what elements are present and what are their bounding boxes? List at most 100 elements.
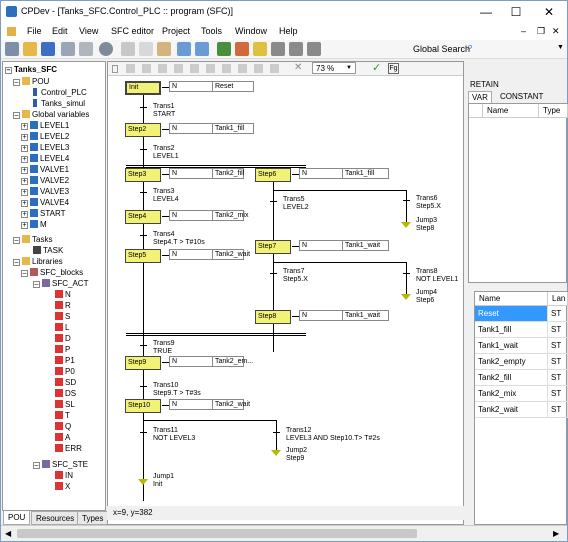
minimize-button[interactable]: — xyxy=(471,3,501,21)
redo-icon[interactable] xyxy=(195,42,209,56)
actions-grid[interactable]: Name Lan Reset ST Tank1_fill ST Tank1_wait ST… xyxy=(474,291,568,525)
scroll-right-icon[interactable]: ▶ xyxy=(553,529,559,538)
transition-bar[interactable] xyxy=(273,432,280,433)
action-row-lang[interactable]: ST xyxy=(548,370,568,386)
tree-task-item[interactable]: TASK xyxy=(33,245,63,256)
step-4[interactable]: Step4 xyxy=(125,210,161,224)
action-row-name[interactable]: Tank2_wait xyxy=(475,402,548,418)
tree-root[interactable]: – Tanks_SFC xyxy=(5,64,57,75)
tree-act-p0[interactable]: P0 xyxy=(55,366,75,377)
mdi-minimize-button[interactable]: – xyxy=(521,26,526,36)
menu-tools[interactable]: Tools xyxy=(201,26,222,36)
collapse-icon[interactable]: – xyxy=(33,462,40,469)
tree-act-err[interactable]: ERR xyxy=(55,443,82,454)
tree-global-level3[interactable]: + LEVEL3 xyxy=(21,142,69,153)
mdi-restore-button[interactable]: ❐ xyxy=(537,26,545,37)
expand-icon[interactable]: + xyxy=(21,200,28,207)
tree-act-r[interactable]: R xyxy=(55,300,71,311)
tree-act-l[interactable]: L xyxy=(55,322,69,333)
action-step6[interactable]: N Tank1_fill xyxy=(299,168,389,179)
variables-grid[interactable]: Name Type xyxy=(468,103,568,283)
move-down-icon[interactable] xyxy=(270,64,279,73)
menu-file[interactable]: File xyxy=(27,26,42,36)
var-header-name[interactable]: Name xyxy=(483,104,539,118)
action-row-name[interactable]: Tank1_fill xyxy=(475,322,548,338)
action-step2[interactable]: N Tank1_fill xyxy=(169,123,254,134)
move-up-icon[interactable] xyxy=(254,64,263,73)
tree-global-m[interactable]: + M xyxy=(21,219,47,230)
step-10[interactable]: Step10 xyxy=(125,399,161,413)
jump-arrow-icon[interactable] xyxy=(401,222,411,228)
transition-bar[interactable] xyxy=(270,273,277,274)
step-init[interactable]: Init xyxy=(125,81,161,95)
action-row-name[interactable]: Tank1_wait xyxy=(475,338,548,354)
action-row-name[interactable]: Reset xyxy=(475,306,548,322)
window-list-icon[interactable] xyxy=(289,42,303,56)
mdi-close-button[interactable]: ✕ xyxy=(552,26,560,37)
menu-project[interactable]: Project xyxy=(162,26,190,36)
step-5[interactable]: Step5 xyxy=(125,249,161,263)
expand-icon[interactable]: + xyxy=(21,167,28,174)
jump-arrow-icon[interactable] xyxy=(271,450,281,456)
tab-pou[interactable]: POU xyxy=(3,511,31,525)
expand-icon[interactable]: + xyxy=(21,211,28,218)
tree-act-sd[interactable]: SD xyxy=(55,377,76,388)
step-6[interactable]: Step6 xyxy=(255,168,291,182)
menu-view[interactable]: View xyxy=(79,26,98,36)
tree-global-valve3[interactable]: + VALVE3 xyxy=(21,186,69,197)
action-header-name[interactable]: Name xyxy=(475,292,548,306)
tree-tasks[interactable]: – Tasks xyxy=(13,234,52,245)
delete-icon[interactable]: ✕ xyxy=(294,62,302,73)
action-step5[interactable]: N Tank2_wait xyxy=(169,249,250,260)
tree-act-p[interactable]: P xyxy=(55,344,70,355)
tree-global-level2[interactable]: + LEVEL2 xyxy=(21,131,69,142)
transition-bar[interactable] xyxy=(140,107,147,108)
menu-help[interactable]: Help xyxy=(279,26,298,36)
step-tool-icon[interactable] xyxy=(126,64,135,73)
global-search-label[interactable]: Global Search xyxy=(413,44,470,54)
transition-bar[interactable] xyxy=(140,149,147,150)
collapse-icon[interactable]: – xyxy=(13,237,20,244)
format-icon[interactable]: Fg xyxy=(388,63,399,74)
tree-global-variables[interactable]: – Global variables xyxy=(13,109,89,120)
menu-sfc-editor[interactable]: SFC editor xyxy=(111,26,154,36)
tree-step-in[interactable]: IN xyxy=(55,470,73,481)
transition-tool-icon[interactable] xyxy=(142,64,151,73)
tab-retain[interactable]: RETAIN xyxy=(470,80,499,89)
pointer-icon[interactable] xyxy=(112,65,118,73)
action-step9[interactable]: N Tank2_em... xyxy=(169,356,253,367)
transition-bar[interactable] xyxy=(270,201,277,202)
expand-icon[interactable]: + xyxy=(21,123,28,130)
collapse-icon[interactable]: – xyxy=(5,67,12,74)
print-icon[interactable] xyxy=(61,42,75,56)
menu-window[interactable]: Window xyxy=(235,26,267,36)
tree-act-d[interactable]: D xyxy=(55,333,71,344)
settings-icon[interactable] xyxy=(99,42,113,56)
tab-types[interactable]: Types xyxy=(77,511,109,525)
compile-icon[interactable] xyxy=(217,42,231,56)
tree-act-s[interactable]: S xyxy=(55,311,70,322)
jump-arrow-icon[interactable] xyxy=(138,479,148,485)
collapse-icon[interactable]: – xyxy=(13,112,20,119)
step-9[interactable]: Step9 xyxy=(125,356,161,370)
build-icon[interactable] xyxy=(235,42,249,56)
tree-libraries[interactable]: – Libraries xyxy=(13,256,63,267)
transition-bar[interactable] xyxy=(140,432,147,433)
expand-icon[interactable]: + xyxy=(21,145,28,152)
tree-act-n[interactable]: N xyxy=(55,289,71,300)
save-icon[interactable] xyxy=(41,42,55,56)
action-row-lang[interactable]: ST xyxy=(548,386,568,402)
expand-icon[interactable]: + xyxy=(21,189,28,196)
action-row-lang[interactable]: ST xyxy=(548,306,568,322)
tree-pou-tanks-simul[interactable]: Tanks_simul xyxy=(33,98,85,109)
undo-icon[interactable] xyxy=(177,42,191,56)
action-step4[interactable]: N Tank2_mix xyxy=(169,210,248,221)
tree-global-level4[interactable]: + LEVEL4 xyxy=(21,153,69,164)
tree-sfc-blocks[interactable]: – SFC_blocks xyxy=(21,267,83,278)
tree-global-valve1[interactable]: + VALVE1 xyxy=(21,164,69,175)
divergence-tool-icon[interactable] xyxy=(222,64,231,73)
collapse-icon[interactable]: – xyxy=(13,259,20,266)
horizontal-scrollbar[interactable]: ◀ ▶ xyxy=(1,525,567,541)
jump-arrow-icon[interactable] xyxy=(401,294,411,300)
step-7[interactable]: Step7 xyxy=(255,240,291,254)
